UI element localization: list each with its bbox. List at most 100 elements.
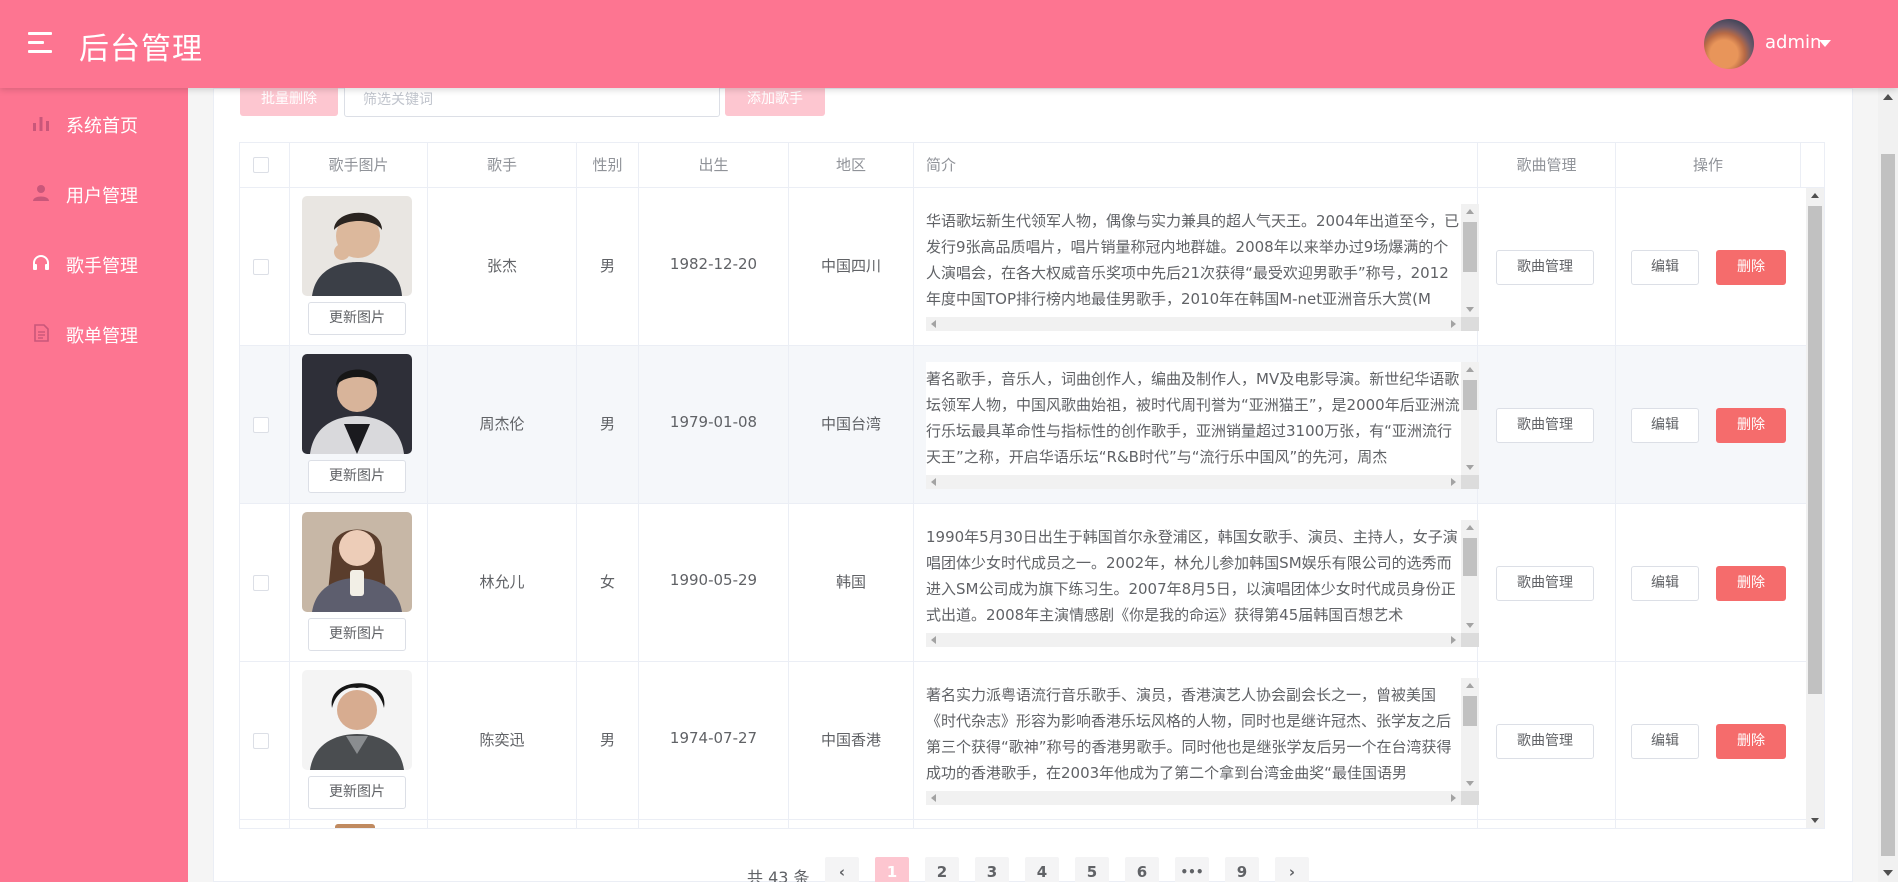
menu-toggle-icon[interactable] — [28, 32, 52, 54]
intro-vertical-scrollbar[interactable] — [1461, 362, 1479, 475]
table-header: 歌手图片 歌手 性别 出生 地区 简介 歌曲管理 操作 — [240, 143, 1824, 188]
prev-page-button[interactable]: ‹ — [825, 857, 859, 882]
row-checkbox[interactable] — [253, 733, 269, 749]
sidebar-item-label: 歌单管理 — [66, 326, 138, 347]
row-select-cell — [240, 820, 290, 828]
row-checkbox[interactable] — [253, 575, 269, 591]
song-manage-button[interactable]: 歌曲管理 — [1496, 250, 1594, 285]
intro-vertical-scrollbar[interactable] — [1461, 520, 1479, 633]
singer-sex: 男 — [599, 731, 615, 749]
sex-cell: 男 — [577, 188, 639, 346]
page-2-button[interactable]: 2 — [925, 857, 959, 882]
delete-button[interactable]: 删除 — [1716, 408, 1786, 443]
intro-scroll-box[interactable]: 华语歌坛新生代领军人物，偶像与实力兼具的超人气天王。2004年出道至今，已发行9… — [926, 204, 1479, 331]
song-manage-button[interactable]: 歌曲管理 — [1496, 566, 1594, 601]
sidebar-item-singers[interactable]: 歌手管理 — [0, 228, 188, 298]
select-all-checkbox[interactable] — [253, 157, 269, 173]
actions-cell: 编辑 删除 — [1616, 504, 1806, 662]
avatar[interactable] — [1704, 19, 1754, 69]
intro-vertical-scrollbar[interactable] — [1461, 204, 1479, 317]
sex-cell — [577, 820, 639, 828]
table-vertical-scrollbar[interactable] — [1806, 188, 1824, 828]
page-5-button[interactable]: 5 — [1075, 857, 1109, 882]
location-cell: 韩国 — [789, 504, 914, 662]
birth-cell: 1990-05-29 — [639, 504, 789, 662]
app-title: 后台管理 — [79, 32, 203, 67]
singer-pic-cell — [290, 820, 428, 828]
row-select-cell — [240, 504, 290, 662]
song-manage-button[interactable]: 歌曲管理 — [1496, 408, 1594, 443]
delete-button[interactable]: 删除 — [1716, 724, 1786, 759]
caret-down-icon[interactable] — [1819, 40, 1831, 47]
singer-photo — [335, 824, 375, 828]
next-page-button[interactable]: › — [1275, 857, 1309, 882]
sidebar-item-home[interactable]: 系统首页 — [0, 88, 188, 158]
column-header: 地区 — [789, 143, 914, 188]
table-row — [240, 820, 1806, 828]
singer-pic-cell: 更新图片 — [290, 346, 428, 504]
intro-horizontal-scrollbar[interactable] — [926, 791, 1461, 805]
sidebar-item-users[interactable]: 用户管理 — [0, 158, 188, 228]
bar-chart-icon — [33, 117, 49, 131]
edit-button[interactable]: 编辑 — [1631, 408, 1699, 443]
actions-cell: 编辑 删除 — [1616, 346, 1806, 504]
delete-button[interactable]: 删除 — [1716, 250, 1786, 285]
singer-name-cell: 周杰伦 — [428, 346, 577, 504]
singer-name: 周杰伦 — [479, 415, 525, 433]
intro-scroll-box[interactable]: 著名歌手，音乐人，词曲创作人，编曲及制作人，MV及电影导演。新世纪华语歌坛领军人… — [926, 362, 1479, 489]
more-pages-button[interactable]: ••• — [1175, 857, 1209, 882]
intro-scroll-box[interactable]: 著名实力派粤语流行音乐歌手、演员，香港演艺人协会副会长之一，曾被美国《时代杂志》… — [926, 678, 1479, 805]
intro-scroll-box[interactable]: 1990年5月30日出生于韩国首尔永登浦区，韩国女歌手、演员、主持人，女子演唱团… — [926, 520, 1479, 647]
singer-location: 中国四川 — [820, 257, 881, 275]
table-row: 更新图片 张杰 男 1982-12-20 中国四川 华语歌坛新生代领军人物，偶像… — [240, 188, 1806, 346]
page-9-button[interactable]: 9 — [1225, 857, 1259, 882]
singer-intro: 著名歌手，音乐人，词曲创作人，编曲及制作人，MV及电影导演。新世纪华语歌坛领军人… — [926, 370, 1460, 466]
sidebar-item-playlists[interactable]: 歌单管理 — [0, 298, 188, 368]
row-checkbox[interactable] — [253, 417, 269, 433]
singer-location: 中国台湾 — [820, 415, 881, 433]
scrollbar-corner — [1461, 317, 1479, 331]
singer-table: 歌手图片 歌手 性别 出生 地区 简介 歌曲管理 操作 更新图片 张杰 男 19… — [239, 142, 1825, 829]
singer-intro: 华语歌坛新生代领军人物，偶像与实力兼具的超人气天王。2004年出道至今，已发行9… — [926, 212, 1460, 308]
sex-cell: 男 — [577, 346, 639, 504]
update-picture-button[interactable]: 更新图片 — [308, 776, 406, 809]
intro-horizontal-scrollbar[interactable] — [926, 317, 1461, 331]
edit-button[interactable]: 编辑 — [1631, 724, 1699, 759]
edit-button[interactable]: 编辑 — [1631, 566, 1699, 601]
column-header: 歌手图片 — [290, 143, 428, 188]
location-cell: 中国香港 — [789, 662, 914, 820]
song-manage-button[interactable]: 歌曲管理 — [1496, 724, 1594, 759]
update-picture-button[interactable]: 更新图片 — [308, 618, 406, 651]
sidebar-item-label: 用户管理 — [66, 186, 138, 207]
page-6-button[interactable]: 6 — [1125, 857, 1159, 882]
page-4-button[interactable]: 4 — [1025, 857, 1059, 882]
row-checkbox[interactable] — [253, 259, 269, 275]
table-row: 更新图片 陈奕迅 男 1974-07-27 中国香港 著名实力派粤语流行音乐歌手… — [240, 662, 1806, 820]
update-picture-button[interactable]: 更新图片 — [308, 302, 406, 335]
singer-name: 张杰 — [486, 257, 517, 275]
intro-cell — [914, 820, 1478, 828]
edit-button[interactable]: 编辑 — [1631, 250, 1699, 285]
singer-photo — [302, 670, 412, 770]
singer-photo — [302, 196, 412, 296]
update-picture-button[interactable]: 更新图片 — [308, 460, 406, 493]
column-header: 歌曲管理 — [1478, 143, 1616, 188]
location-cell: 中国四川 — [789, 188, 914, 346]
sidebar: 系统首页 用户管理 歌手管理 歌单管理 — [0, 88, 188, 882]
delete-button[interactable]: 删除 — [1716, 566, 1786, 601]
intro-horizontal-scrollbar[interactable] — [926, 475, 1461, 489]
singer-name: 林允儿 — [479, 573, 525, 591]
page-vertical-scrollbar[interactable] — [1878, 88, 1898, 882]
location-cell: 中国台湾 — [789, 346, 914, 504]
intro-horizontal-scrollbar[interactable] — [926, 633, 1461, 647]
singer-location: 韩国 — [835, 573, 866, 591]
user-name[interactable]: admin — [1765, 32, 1821, 53]
page-3-button[interactable]: 3 — [975, 857, 1009, 882]
sidebar-item-label: 歌手管理 — [66, 256, 138, 277]
intro-vertical-scrollbar[interactable] — [1461, 678, 1479, 791]
sex-cell: 男 — [577, 662, 639, 820]
singer-birth: 1979-01-08 — [669, 413, 758, 431]
intro-cell: 著名实力派粤语流行音乐歌手、演员，香港演艺人协会副会长之一，曾被美国《时代杂志》… — [914, 662, 1479, 820]
scrollbar-corner — [1461, 791, 1479, 805]
page-1-button[interactable]: 1 — [875, 857, 909, 882]
